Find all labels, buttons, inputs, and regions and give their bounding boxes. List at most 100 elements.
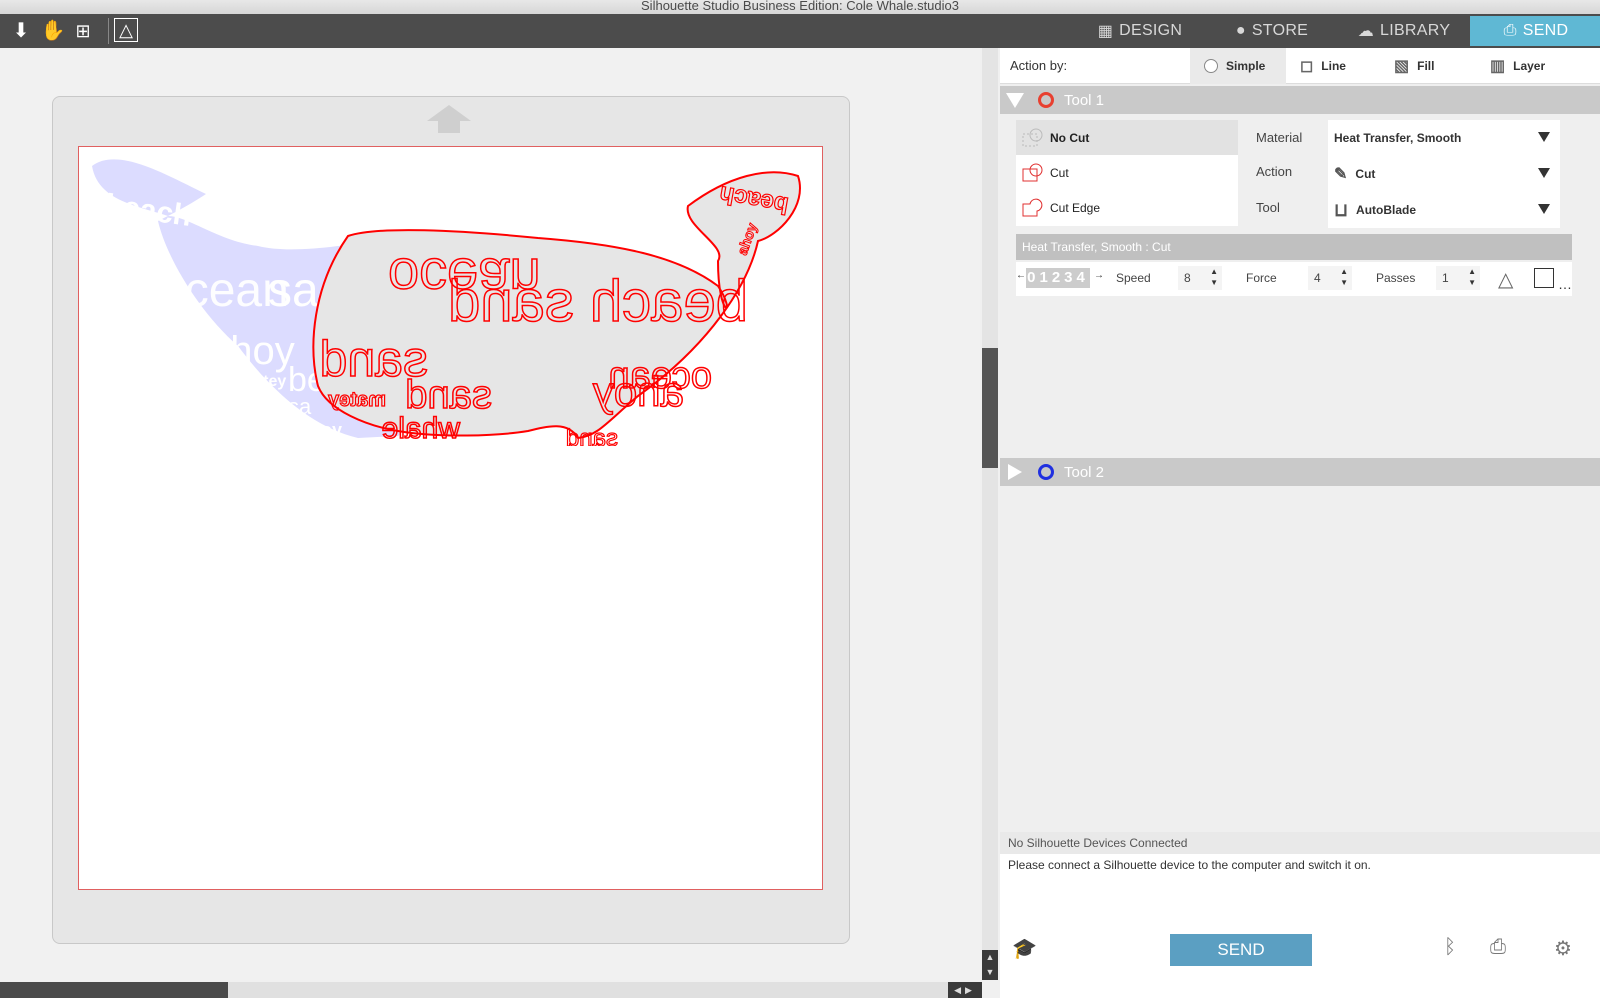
zoom-fit-icon[interactable]: ⊞ bbox=[70, 18, 96, 44]
gear-icon[interactable]: ⚙ bbox=[1554, 936, 1572, 961]
tool2-label: Tool 2 bbox=[1064, 463, 1105, 481]
cut-option-no-cut[interactable]: No Cut bbox=[1016, 120, 1238, 155]
force-stepper[interactable]: 4 ▲ ▼ bbox=[1308, 266, 1352, 290]
line-segment-overcut-icon[interactable]: △ bbox=[1498, 267, 1513, 292]
blade-icon: ✎ bbox=[1334, 166, 1348, 183]
action-simple-label: Simple bbox=[1226, 59, 1266, 73]
store-icon: ● bbox=[1235, 22, 1246, 39]
vertical-scrollbar[interactable] bbox=[982, 48, 998, 980]
action-line-option[interactable]: ◻ Line bbox=[1286, 48, 1382, 84]
whale-design[interactable]: beach sa ahoy matey be sa ahoy ahoy ocea… bbox=[78, 146, 823, 446]
tool-value: AutoBlade bbox=[1356, 203, 1417, 217]
cut-settings-row: ← 01234 → Speed 8 ▲ ▼ Force 4 ▲ ▼ Passes 1… bbox=[1016, 262, 1572, 296]
passes-value: 1 bbox=[1442, 271, 1449, 285]
cut-style-list: No Cut Cut Cut Edge bbox=[1016, 120, 1238, 226]
tutorial-cap-icon[interactable]: 🎓 bbox=[1012, 936, 1037, 961]
cloud-icon: ☁ bbox=[1357, 23, 1375, 40]
cut-option-cut-edge-label: Cut Edge bbox=[1050, 200, 1101, 215]
tab-library[interactable]: ☁ LIBRARY bbox=[1338, 16, 1470, 46]
tool2-header[interactable]: Tool 2 bbox=[1000, 458, 1600, 486]
toolbar-divider bbox=[108, 18, 109, 44]
speed-label: Speed bbox=[1116, 271, 1151, 285]
depth-right-arrow-icon[interactable]: → bbox=[1094, 270, 1104, 281]
nav-tabs: ▦ DESIGN ● STORE ☁ LIBRARY ⎙ SEND bbox=[1074, 16, 1600, 46]
ghost-word-4: matey bbox=[240, 373, 286, 390]
tool-dropdown[interactable]: ⊔ AutoBlade bbox=[1328, 192, 1560, 228]
action-dropdown[interactable]: ✎ Cut bbox=[1328, 156, 1560, 192]
tab-store-label: STORE bbox=[1251, 22, 1309, 39]
red-word-sand-2: sand bbox=[405, 373, 492, 417]
action-simple-option[interactable]: Simple bbox=[1190, 48, 1286, 84]
vertical-scroll-thumb[interactable] bbox=[982, 348, 998, 468]
design-grid-icon[interactable]: △ bbox=[114, 18, 138, 42]
hand-pan-icon[interactable]: ✋ bbox=[40, 18, 66, 44]
tab-send[interactable]: ⎙ SEND bbox=[1470, 16, 1600, 46]
layer-icon: ▥ bbox=[1490, 58, 1506, 75]
red-word-ocean-2: ocean bbox=[608, 355, 712, 397]
tab-store[interactable]: ● STORE bbox=[1206, 16, 1338, 46]
cut-settings-header: Heat Transfer, Smooth : Cut bbox=[1016, 234, 1572, 260]
bluetooth-icon[interactable]: ᛒ bbox=[1444, 936, 1456, 959]
horizontal-scroll-arrows-icon[interactable]: ◀▶ bbox=[948, 982, 982, 998]
design-canvas[interactable]: beach sa ahoy matey be sa ahoy ahoy ocea… bbox=[0, 48, 980, 980]
cutter-icon: ⎙ bbox=[1503, 22, 1517, 39]
collapse-triangle-icon[interactable] bbox=[1006, 92, 1024, 108]
passes-label: Passes bbox=[1376, 271, 1416, 285]
speed-value: 8 bbox=[1184, 271, 1191, 285]
passes-stepper[interactable]: 1 ▲ ▼ bbox=[1436, 266, 1480, 290]
ghost-word-9: ocean bbox=[158, 264, 289, 317]
depth-left-arrow-icon[interactable]: ← bbox=[1016, 270, 1026, 281]
cut-icon bbox=[1022, 163, 1044, 183]
material-dropdown[interactable]: Heat Transfer, Smooth bbox=[1328, 120, 1560, 156]
material-label: Material bbox=[1256, 130, 1303, 145]
dropdown-arrow-icon bbox=[1538, 132, 1550, 142]
stepper-arrows-icon[interactable]: ▲ ▼ bbox=[1340, 266, 1348, 288]
device-status-message: Please connect a Silhouette device to th… bbox=[1008, 858, 1371, 872]
action-by-bar: Action by: Simple ◻ Line ▧ Fill ▥ Layer bbox=[1000, 48, 1600, 84]
speed-stepper[interactable]: 8 ▲ ▼ bbox=[1178, 266, 1222, 290]
tool1-ring-icon bbox=[1038, 92, 1054, 108]
red-word-whale: whale bbox=[382, 412, 461, 445]
action-fill-option[interactable]: ▧ Fill bbox=[1380, 48, 1476, 84]
cut-option-cut-label: Cut bbox=[1050, 165, 1069, 180]
more-options-icon[interactable]: … bbox=[1558, 276, 1572, 292]
cut-option-cut[interactable]: Cut bbox=[1016, 155, 1238, 190]
force-label: Force bbox=[1246, 271, 1277, 285]
tool1-header[interactable]: Tool 1 bbox=[1000, 86, 1600, 114]
red-word-sand-3: sand bbox=[566, 425, 618, 446]
feed-direction-arrow-stem bbox=[438, 121, 460, 133]
ghost-word-3: ahoy bbox=[208, 329, 295, 373]
cut-option-cut-edge[interactable]: Cut Edge bbox=[1016, 190, 1238, 225]
tab-library-label: LIBRARY bbox=[1380, 22, 1451, 39]
cut-option-no-cut-label: No Cut bbox=[1050, 130, 1090, 145]
dropdown-arrow-icon bbox=[1538, 204, 1550, 214]
line-icon: ◻ bbox=[1300, 58, 1314, 75]
horizontal-scroll-thumb[interactable] bbox=[0, 982, 228, 998]
tab-send-label: SEND bbox=[1522, 22, 1569, 39]
autoblade-icon: ⊔ bbox=[1334, 199, 1349, 220]
send-button[interactable]: SEND bbox=[1170, 934, 1312, 966]
action-value: Cut bbox=[1355, 167, 1376, 181]
action-by-label: Action by: bbox=[1010, 58, 1068, 73]
tool1-label: Tool 1 bbox=[1064, 91, 1105, 109]
cutter-device-icon[interactable]: ⎙ bbox=[1490, 936, 1506, 959]
tab-design[interactable]: ▦ DESIGN bbox=[1074, 16, 1206, 46]
expand-triangle-icon[interactable] bbox=[1008, 464, 1022, 480]
action-fill-label: Fill bbox=[1417, 59, 1435, 73]
action-layer-option[interactable]: ▥ Layer bbox=[1476, 48, 1586, 84]
import-arrow-icon[interactable]: ⬇ bbox=[8, 18, 34, 44]
horizontal-scrollbar[interactable] bbox=[0, 982, 982, 998]
radio-icon bbox=[1204, 59, 1218, 73]
material-value: Heat Transfer, Smooth bbox=[1334, 131, 1462, 145]
registration-box-icon[interactable] bbox=[1534, 268, 1554, 288]
stepper-arrows-icon[interactable]: ▲ ▼ bbox=[1210, 266, 1218, 288]
grid-icon: ▦ bbox=[1097, 23, 1114, 40]
tab-design-label: DESIGN bbox=[1119, 22, 1183, 39]
tool-label: Tool bbox=[1256, 200, 1280, 215]
dropdown-arrow-icon bbox=[1538, 168, 1550, 178]
blade-depth-selector[interactable]: 01234 bbox=[1026, 268, 1090, 288]
force-value: 4 bbox=[1314, 271, 1321, 285]
tool2-ring-icon bbox=[1038, 464, 1054, 480]
stepper-arrows-icon[interactable]: ▲ ▼ bbox=[1468, 266, 1476, 288]
vertical-scroll-arrows-icon[interactable]: ▲ ▼ bbox=[982, 950, 998, 980]
